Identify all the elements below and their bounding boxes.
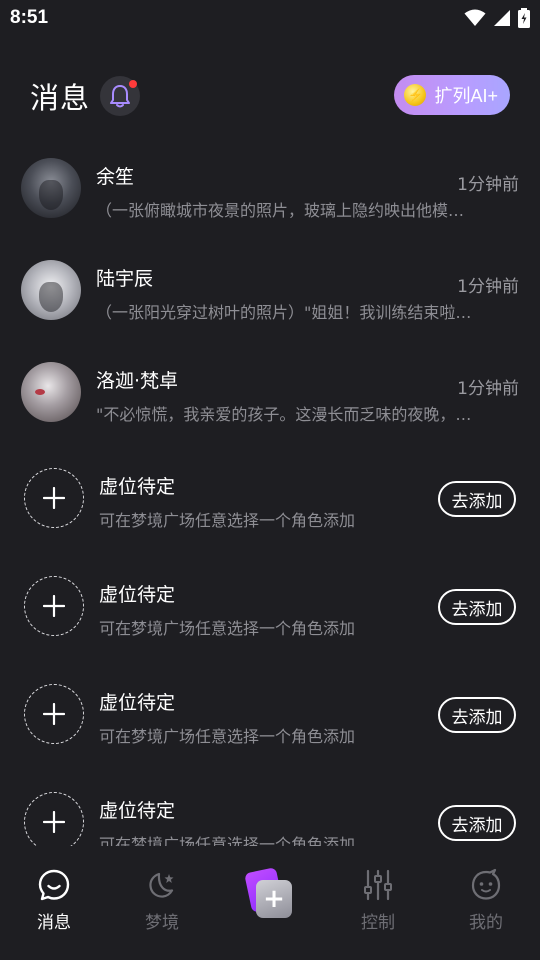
avatar	[21, 158, 81, 218]
slot-description: 可在梦境广场任意选择一个角色添加	[99, 835, 356, 846]
chat-preview: （一张俯瞰城市夜景的照片，玻璃上隐约映出他模…	[96, 201, 465, 220]
slot-title: 虚位待定	[99, 800, 176, 822]
slot-description: 可在梦境广场任意选择一个角色添加	[99, 619, 356, 638]
slot-description: 可在梦境广场任意选择一个角色添加	[99, 727, 356, 746]
chat-icon	[38, 869, 70, 901]
nav-item-dreams[interactable]: 梦境	[108, 852, 216, 960]
chat-preview: "不必惊慌，我亲爱的孩子。这漫长而乏味的夜晚，…	[96, 405, 472, 424]
notification-dot	[129, 80, 138, 88]
add-slot-circle[interactable]	[24, 576, 84, 636]
slot-list: 虚位待定 可在梦境广场任意选择一个角色添加 去添加 虚位待定 可在梦境广场任意选…	[0, 462, 540, 846]
nav-label: 梦境	[145, 913, 179, 933]
chat-item[interactable]: 洛迦·梵卓 1分钟前 "不必惊慌，我亲爱的孩子。这漫长而乏味的夜晚，…	[0, 354, 540, 456]
status-time: 8:51	[10, 7, 49, 28]
nav-label: 控制	[361, 913, 395, 933]
slot-item: 虚位待定 可在梦境广场任意选择一个角色添加 去添加	[0, 786, 540, 846]
plus-icon	[43, 595, 65, 617]
sliders-icon	[364, 869, 392, 901]
wifi-icon	[464, 9, 486, 26]
plus-icon	[43, 703, 65, 725]
chat-time: 1分钟前	[457, 175, 519, 195]
chat-time: 1分钟前	[457, 277, 519, 297]
coin-icon: ⚡	[404, 84, 427, 106]
avatar	[21, 260, 81, 320]
header: 消息 ⚡ 扩列AI+	[0, 70, 540, 122]
chat-name: 洛迦·梵卓	[96, 370, 179, 392]
slot-item: 虚位待定 可在梦境广场任意选择一个角色添加 去添加	[0, 462, 540, 570]
ai-button-label: 扩列AI+	[434, 86, 498, 106]
add-character-button[interactable]: 去添加	[438, 589, 516, 625]
bell-icon	[110, 85, 131, 108]
nav-label: 我的	[469, 913, 503, 933]
plus-icon	[43, 811, 65, 833]
add-slot-circle[interactable]	[24, 684, 84, 744]
chat-list: 余笙 1分钟前 （一张俯瞰城市夜景的照片，玻璃上隐约映出他模… 陆宇辰 1分钟前…	[0, 150, 540, 456]
chat-name: 余笙	[96, 166, 135, 188]
nav-item-create[interactable]: +	[216, 852, 324, 960]
chat-time: 1分钟前	[457, 379, 519, 399]
chat-name: 陆宇辰	[96, 268, 154, 290]
create-plus-icon: +	[244, 867, 296, 920]
slot-description: 可在梦境广场任意选择一个角色添加	[99, 511, 356, 530]
add-slot-circle[interactable]	[24, 468, 84, 528]
nav-item-control[interactable]: 控制	[324, 852, 432, 960]
add-character-button[interactable]: 去添加	[438, 481, 516, 517]
slot-title: 虚位待定	[99, 476, 176, 498]
moon-star-icon	[149, 872, 174, 898]
slot-item: 虚位待定 可在梦境广场任意选择一个角色添加 去添加	[0, 678, 540, 786]
battery-icon	[518, 8, 530, 28]
add-slot-circle[interactable]	[24, 792, 84, 846]
avatar	[21, 362, 81, 422]
face-icon	[471, 868, 501, 900]
slot-item: 虚位待定 可在梦境广场任意选择一个角色添加 去添加	[0, 570, 540, 678]
slot-title: 虚位待定	[99, 692, 176, 714]
nav-item-messages[interactable]: 消息	[0, 852, 108, 960]
status-icons	[464, 8, 530, 28]
plus-icon	[43, 487, 65, 509]
status-bar: 8:51	[0, 0, 540, 36]
nav-item-profile[interactable]: 我的	[432, 852, 540, 960]
chat-item[interactable]: 陆宇辰 1分钟前 （一张阳光穿过树叶的照片）"姐姐！我训练结束啦…	[0, 252, 540, 354]
notifications-button[interactable]	[100, 76, 141, 116]
add-character-button[interactable]: 去添加	[438, 697, 516, 733]
ai-expand-button[interactable]: ⚡ 扩列AI+	[394, 75, 510, 115]
chat-item[interactable]: 余笙 1分钟前 （一张俯瞰城市夜景的照片，玻璃上隐约映出他模…	[0, 150, 540, 252]
nav-label: 消息	[37, 913, 71, 933]
page-title: 消息	[30, 81, 91, 115]
slot-title: 虚位待定	[99, 584, 176, 606]
chat-preview: （一张阳光穿过树叶的照片）"姐姐！我训练结束啦…	[96, 303, 472, 322]
bottom-nav: 消息 梦境 + 控制 我的	[0, 852, 540, 960]
add-character-button[interactable]: 去添加	[438, 805, 516, 841]
signal-icon	[494, 10, 510, 26]
